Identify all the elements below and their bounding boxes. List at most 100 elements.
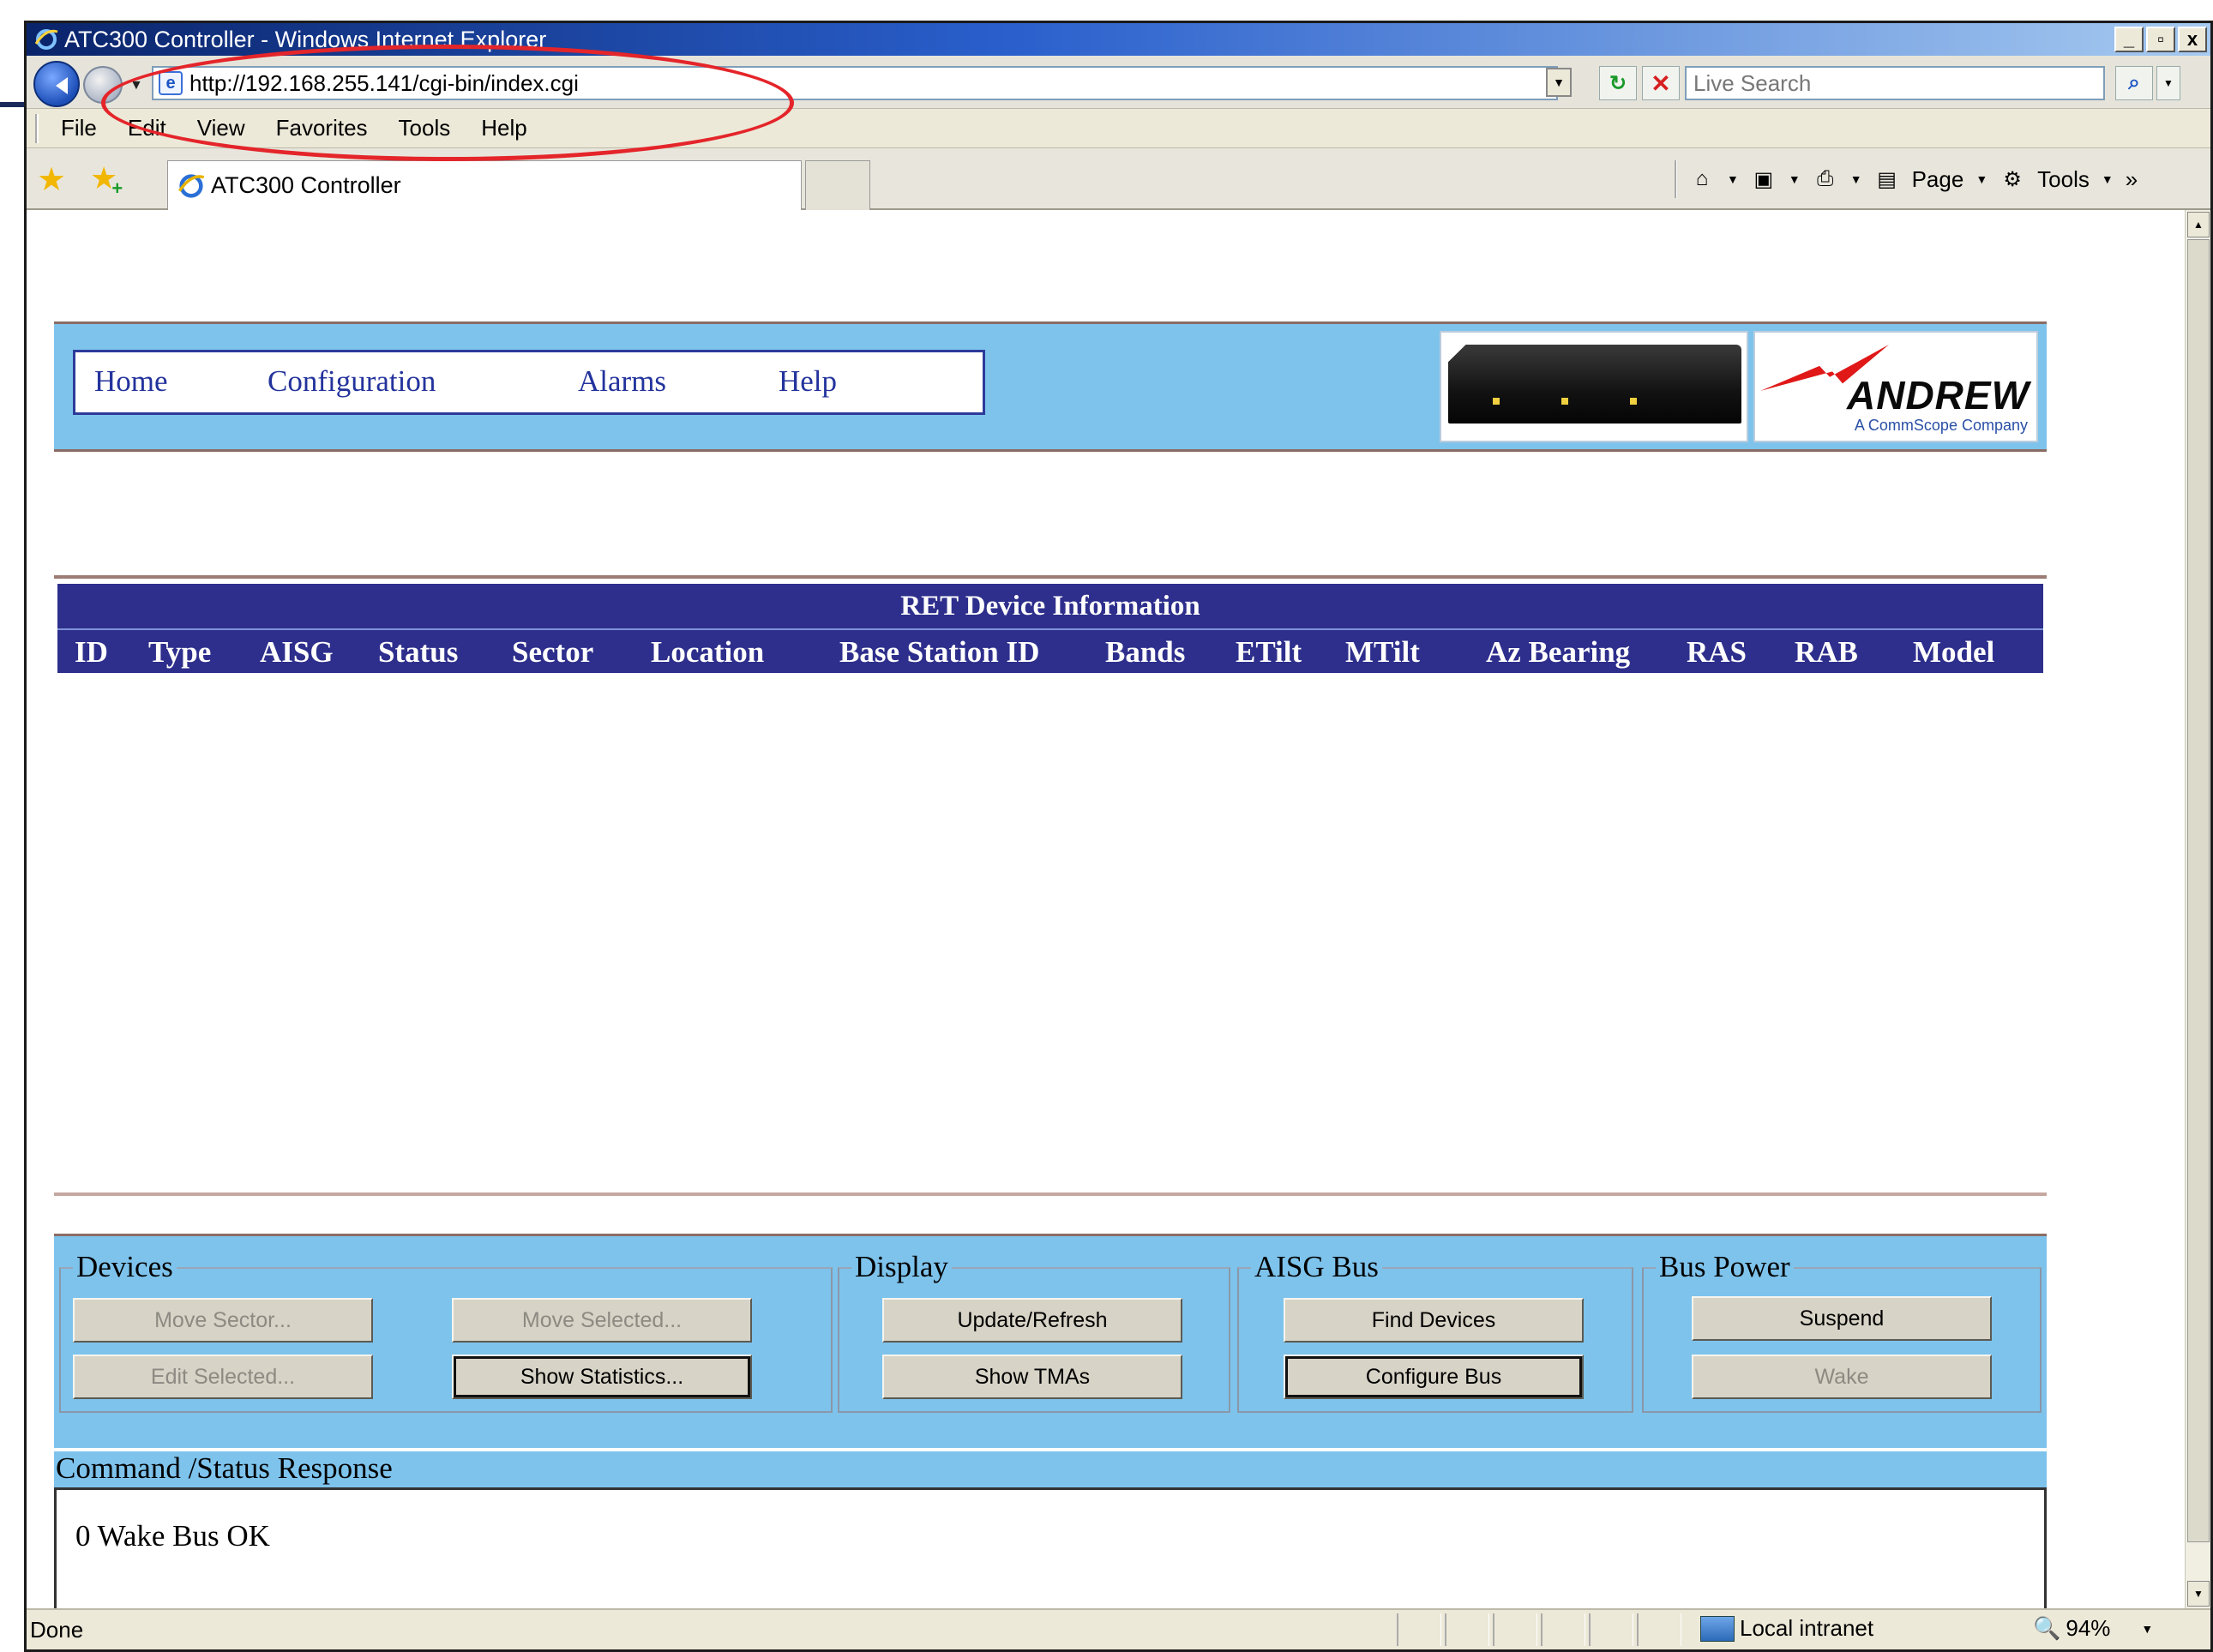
update-refresh-button[interactable]: Update/Refresh xyxy=(882,1298,1182,1343)
vertical-scrollbar[interactable]: ▲ ▼ xyxy=(2185,210,2210,1608)
menu-grip xyxy=(35,114,39,143)
show-tmas-button[interactable]: Show TMAs xyxy=(882,1355,1182,1399)
tab-atc300-controller[interactable]: ATC300 Controller xyxy=(167,160,802,210)
column-header[interactable]: Az Bearing xyxy=(1486,635,1630,670)
table-title: RET Device Information xyxy=(57,584,2043,628)
print-icon[interactable]: ⎙ xyxy=(1813,166,1838,192)
aisg-bus-group: AISG Bus Find Devices Configure Bus xyxy=(1237,1250,1633,1413)
configure-bus-button[interactable]: Configure Bus xyxy=(1284,1355,1584,1399)
column-header[interactable]: MTilt xyxy=(1345,635,1420,670)
column-header[interactable]: Bands xyxy=(1105,635,1185,670)
column-header[interactable]: RAS xyxy=(1687,635,1747,670)
show-statistics-button[interactable]: Show Statistics... xyxy=(452,1355,752,1399)
page-menu-icon: ▤ xyxy=(1877,167,1897,191)
back-button[interactable] xyxy=(33,61,80,107)
status-cell xyxy=(1397,1613,1441,1646)
logo-brand: ANDREW xyxy=(1847,373,2030,418)
tools-menu[interactable]: Tools xyxy=(2037,166,2090,193)
maximize-button[interactable]: ▫ xyxy=(2146,27,2175,52)
refresh-icon[interactable]: ↻ xyxy=(1599,66,1637,100)
new-tab-button[interactable] xyxy=(805,160,870,210)
column-header[interactable]: Base Station ID xyxy=(839,635,1039,670)
zoom-control[interactable]: 🔍 94% ▼ xyxy=(2033,1615,2153,1642)
page-menu[interactable]: Page xyxy=(1912,166,1964,193)
nav-configuration[interactable]: Configuration xyxy=(268,364,436,399)
tools-gear-icon: ⚙ xyxy=(2003,167,2022,191)
device-led xyxy=(1493,398,1500,405)
display-group: Display Update/Refresh Show TMAs xyxy=(838,1250,1230,1413)
column-header[interactable]: RAB xyxy=(1795,635,1858,670)
scroll-down-icon[interactable]: ▼ xyxy=(2187,1581,2210,1607)
title-bar: ATC300 Controller - Windows Internet Exp… xyxy=(27,23,2210,56)
zoom-dropdown-icon[interactable]: ▼ xyxy=(2141,1622,2153,1636)
stop-icon[interactable]: ✕ xyxy=(1642,66,1680,100)
feeds-dropdown-icon[interactable]: ▼ xyxy=(1789,172,1801,186)
nav-alarms[interactable]: Alarms xyxy=(578,364,666,399)
page-icon: e xyxy=(159,71,183,95)
command-bar: ⌂ ▼ ▣ ▼ ⎙ ▼ ▤ Page ▼ ⚙ Tools ▼ » xyxy=(1675,157,2138,201)
status-cell xyxy=(1493,1613,1537,1646)
controller-device-image xyxy=(1440,331,1748,442)
search-options-icon[interactable]: ▼ xyxy=(2156,66,2180,100)
minimize-button[interactable]: _ xyxy=(2114,27,2144,52)
forward-button[interactable] xyxy=(83,66,123,104)
favorites-star-icon[interactable]: ★ xyxy=(37,160,66,199)
status-cell xyxy=(1637,1613,1681,1646)
zoom-icon: 🔍 xyxy=(2033,1615,2061,1641)
search-input[interactable]: Live Search xyxy=(1685,66,2105,100)
menu-view[interactable]: View xyxy=(197,115,245,141)
column-header[interactable]: Status xyxy=(378,635,458,670)
scroll-up-icon[interactable]: ▲ xyxy=(2187,212,2210,237)
suspend-button[interactable]: Suspend xyxy=(1692,1296,1992,1341)
page-dropdown-icon[interactable]: ▼ xyxy=(1975,172,1987,186)
menu-favorites[interactable]: Favorites xyxy=(276,115,368,141)
status-response-text: 0 Wake Bus OK xyxy=(75,1519,270,1553)
move-sector-button[interactable]: Move Sector... xyxy=(73,1298,373,1343)
column-header[interactable]: Sector xyxy=(512,635,593,670)
search-placeholder: Live Search xyxy=(1693,69,1812,96)
status-done: Done xyxy=(30,1617,84,1643)
home-dropdown-icon[interactable]: ▼ xyxy=(1727,172,1739,186)
command-bar-separator xyxy=(1675,160,1677,198)
ie-logo-icon xyxy=(34,29,58,50)
address-input[interactable]: e http://192.168.255.141/cgi-bin/index.c… xyxy=(152,66,1558,100)
column-header[interactable]: Model xyxy=(1913,635,1994,670)
scroll-thumb[interactable] xyxy=(2187,239,2210,1542)
address-dropdown-button[interactable]: ▼ xyxy=(1546,68,1572,97)
menu-edit[interactable]: Edit xyxy=(128,115,166,141)
andrew-logo: ANDREW A CommScope Company xyxy=(1753,331,2038,442)
nav-home[interactable]: Home xyxy=(94,364,168,399)
status-response-label: Command /Status Response xyxy=(54,1451,2047,1487)
column-header[interactable]: ID xyxy=(75,635,108,670)
main-nav: Home Configuration Alarms Help xyxy=(73,350,985,415)
column-header[interactable]: ETilt xyxy=(1236,635,1302,670)
wake-button[interactable]: Wake xyxy=(1692,1355,1992,1399)
edit-selected-button[interactable]: Edit Selected... xyxy=(73,1355,373,1399)
menu-file[interactable]: File xyxy=(61,115,97,141)
zoom-level: 94% xyxy=(2066,1615,2111,1641)
menu-tools[interactable]: Tools xyxy=(399,115,451,141)
print-dropdown-icon[interactable]: ▼ xyxy=(1850,172,1862,186)
status-cell xyxy=(1541,1613,1585,1646)
devices-group: Devices Move Sector... Move Selected... … xyxy=(59,1250,833,1413)
app-header: Home Configuration Alarms Help ANDREW A … xyxy=(54,321,2047,452)
find-devices-button[interactable]: Find Devices xyxy=(1284,1298,1584,1343)
move-selected-button[interactable]: Move Selected... xyxy=(452,1298,752,1343)
tools-dropdown-icon[interactable]: ▼ xyxy=(2102,172,2114,186)
rack-unit xyxy=(1448,345,1741,424)
column-header[interactable]: Location xyxy=(651,635,764,670)
home-icon[interactable]: ⌂ xyxy=(1689,166,1715,192)
close-button[interactable]: x xyxy=(2178,27,2207,52)
security-zone[interactable]: Local intranet xyxy=(1700,1615,1873,1642)
aisg-bus-legend: AISG Bus xyxy=(1251,1250,1382,1284)
table-header-row: ID Type AISG Status Sector Location Base… xyxy=(57,628,2043,673)
menu-help[interactable]: Help xyxy=(481,115,526,141)
column-header[interactable]: Type xyxy=(148,635,211,670)
nav-help[interactable]: Help xyxy=(779,364,837,399)
column-header[interactable]: AISG xyxy=(260,635,334,670)
history-dropdown-icon[interactable]: ▼ xyxy=(129,78,143,93)
feeds-icon[interactable]: ▣ xyxy=(1751,166,1777,192)
search-icon[interactable]: ⌕ xyxy=(2115,66,2153,100)
add-favorite-icon[interactable]: ★ xyxy=(90,160,123,200)
command-overflow-icon[interactable]: » xyxy=(2126,166,2138,193)
